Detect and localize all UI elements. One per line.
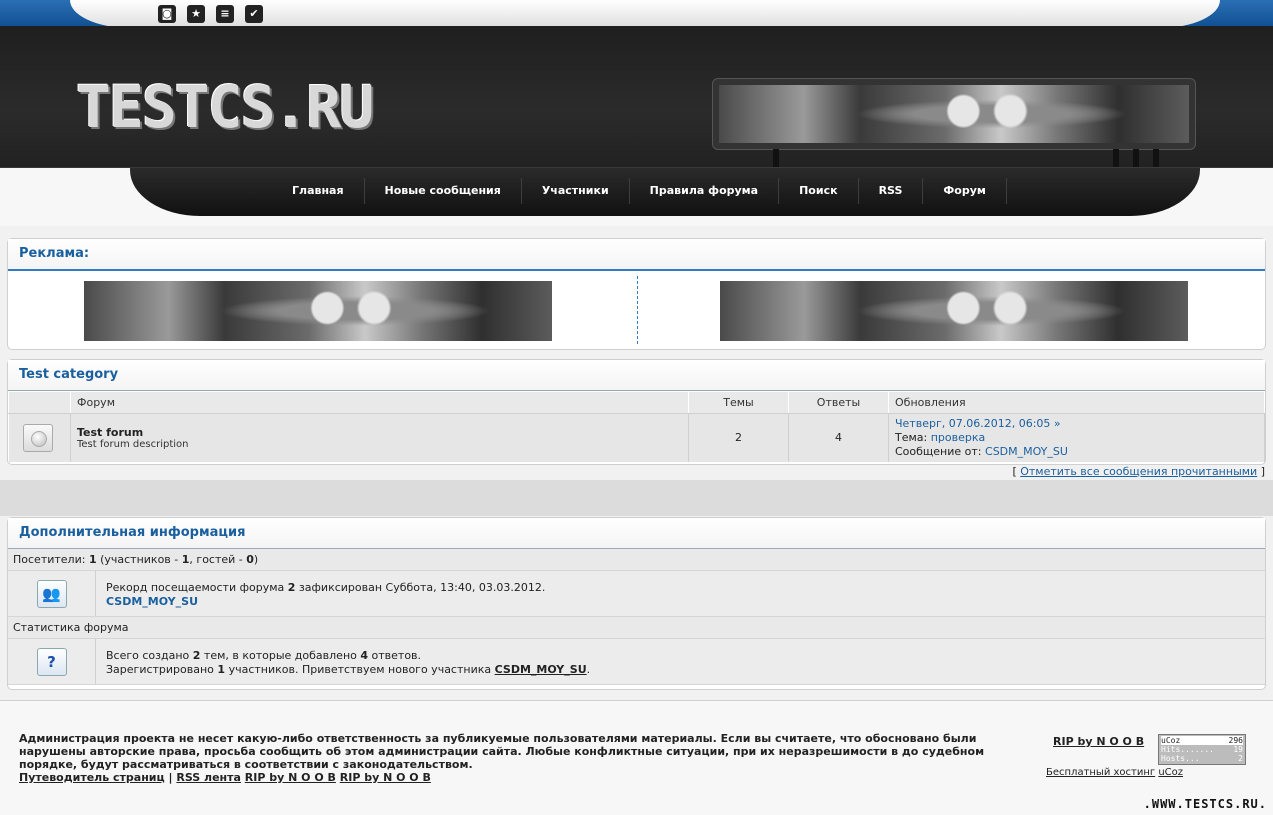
nav-forum[interactable]: Форум (923, 178, 1007, 204)
ads-separator (637, 276, 638, 344)
main-nav: Главная Новые сообщения Участники Правил… (272, 178, 1007, 204)
topic-label: Тема: (895, 430, 928, 444)
ucoz-link[interactable]: uCoz (1158, 767, 1183, 778)
rip-link-right[interactable]: RIP by N O O B (1053, 735, 1144, 748)
last-post-date[interactable]: Четверг, 07.06.2012, 06:05 (895, 417, 1050, 430)
last-author-link[interactable]: CSDM_MOY_SU (985, 445, 1068, 458)
banner-stand (713, 149, 1195, 167)
forum-status-icon (22, 423, 53, 452)
category-panel: Test category Форум Темы Ответы Обновлен… (7, 359, 1266, 465)
check-icon[interactable]: ✔ (245, 5, 263, 23)
record-user-link[interactable]: CSDM_MOY_SU (106, 595, 198, 608)
rip-link-2[interactable]: RIP by N O O B (340, 771, 431, 784)
banner-image (719, 85, 1189, 143)
nav-new-messages[interactable]: Новые сообщения (365, 178, 522, 204)
nav-forum-rules[interactable]: Правила форума (630, 178, 780, 204)
forum-name[interactable]: Test forum (77, 426, 688, 439)
header-banner[interactable] (712, 78, 1196, 167)
ads-panel: Реклама: (7, 238, 1266, 350)
last-topic-link[interactable]: проверка (931, 431, 986, 444)
visitors-row: Посетители: 1 (участников - 1, гостей - … (8, 549, 1265, 571)
forum-description: Test forum description (77, 438, 189, 450)
go-last-post-icon[interactable]: » (1054, 417, 1061, 430)
category-title[interactable]: Test category (8, 360, 1265, 390)
disclaimer: Администрация проекта не несет какую-либ… (19, 732, 985, 771)
site-footer: Администрация проекта не несет какую-либ… (0, 700, 1273, 815)
sitemap-link[interactable]: Путеводитель страниц (19, 771, 165, 784)
rss-feed-link[interactable]: RSS лента (176, 771, 241, 784)
rip-link-1[interactable]: RIP by N O O B (245, 771, 336, 784)
forum-table-header: Форум Темы Ответы Обновления (8, 391, 1265, 414)
mark-all-read-link[interactable]: Отметить все сообщения прочитанными (1020, 465, 1257, 478)
forum-table: Форум Темы Ответы Обновления Test forum … (8, 391, 1265, 462)
watermark: .WWW.TESTCS.RU. (1143, 797, 1267, 811)
share-icon[interactable]: ≡ (216, 5, 234, 23)
newest-member-link[interactable]: CSDM_MOY_SU (495, 663, 587, 676)
ad-banner-right[interactable] (720, 281, 1188, 341)
nav-rss[interactable]: RSS (859, 178, 924, 204)
col-icon (8, 391, 71, 414)
table-row: Test forum Test forum description 2 4 Че… (8, 413, 1265, 462)
site-logo[interactable]: TESTCS.RU (76, 78, 374, 136)
forum-topics-count: 2 (688, 413, 789, 462)
users-icon: 👥 (36, 579, 67, 608)
stats-row: ? Всего создано 2 тем, в которые добавле… (8, 639, 1265, 685)
col-topics: Темы (688, 391, 789, 414)
help-icon: ? (36, 647, 67, 676)
record-row: 👥 Рекорд посещаемости форума 2 зафиксиро… (8, 571, 1265, 617)
author-label: Сообщение от: (895, 444, 982, 458)
ads-title: Реклама: (8, 239, 1265, 269)
stats-label-row: Статистика форума (8, 617, 1265, 639)
footer-links: Путеводитель страниц | RSS лента RIP by … (19, 771, 431, 784)
ad-banner-left[interactable] (84, 281, 552, 341)
col-updates: Обновления (888, 391, 1265, 414)
col-forum: Форум (70, 391, 689, 414)
info-panel: Дополнительная информация Посетители: 1 … (7, 517, 1266, 690)
col-replies: Ответы (788, 391, 889, 414)
nav-home[interactable]: Главная (272, 178, 365, 204)
forum-replies-count: 4 (788, 413, 889, 462)
rss-icon[interactable]: ◙ (158, 5, 176, 23)
mark-read: [ Отметить все сообщения прочитанными ] (1012, 465, 1265, 478)
info-title: Дополнительная информация (8, 518, 1265, 548)
top-icons: ◙ ★ ≡ ✔ (158, 5, 263, 23)
ucoz-counter[interactable]: uCoz 296 Hits....... 19 Hosts... 2 (1158, 734, 1246, 765)
star-icon[interactable]: ★ (187, 5, 205, 23)
free-hosting: Бесплатный хостинг uCoz (1046, 767, 1184, 778)
site-header: TESTCS.RU (0, 26, 1273, 168)
nav-members[interactable]: Участники (522, 178, 630, 204)
ads-row (8, 271, 1265, 349)
nav-search[interactable]: Поиск (779, 178, 859, 204)
gray-strip (0, 480, 1273, 516)
